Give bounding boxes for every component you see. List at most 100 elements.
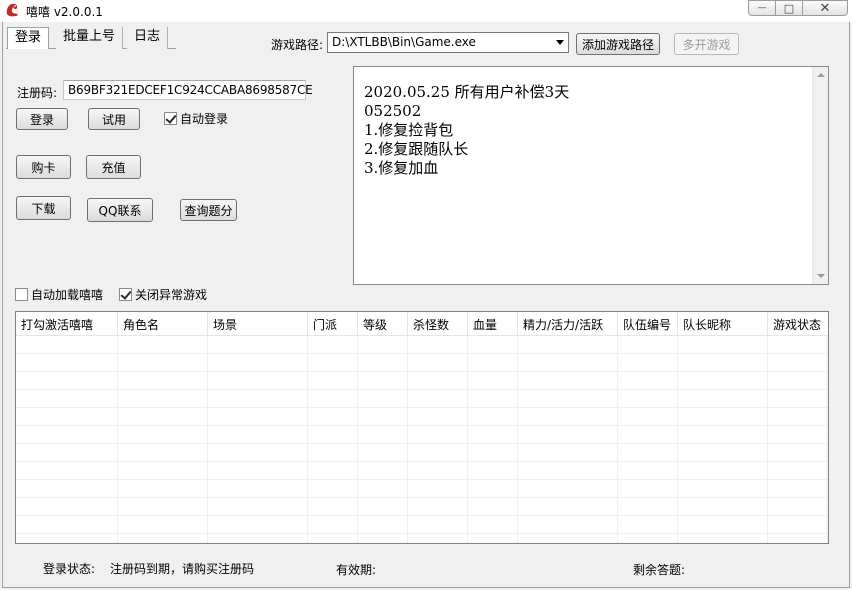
- table-cell: [208, 408, 308, 426]
- table-cell: [518, 462, 618, 480]
- checkbox-checked-icon[interactable]: [119, 287, 132, 301]
- announcement-line: 3.修复加血: [364, 159, 439, 177]
- download-button[interactable]: 下载: [16, 196, 71, 220]
- table-row: [16, 444, 828, 462]
- table-cell: [308, 462, 358, 480]
- table-cell: [678, 354, 768, 372]
- table-cell: [408, 372, 468, 390]
- column-header[interactable]: 场景: [208, 312, 308, 336]
- table-cell: [208, 354, 308, 372]
- table-cell: [118, 534, 208, 543]
- column-header[interactable]: 精力/活力/活跃: [518, 312, 618, 336]
- table-cell: [468, 408, 518, 426]
- table-cell: [358, 444, 408, 462]
- column-header[interactable]: 等级: [358, 312, 408, 336]
- title-bar: 嘻嘻 v2.0.0.1 — □ ✕: [0, 0, 852, 22]
- login-status-value: 注册码到期，请购买注册码: [110, 562, 255, 576]
- query-score-button[interactable]: 查询题分: [180, 199, 237, 221]
- recharge-button[interactable]: 充值: [86, 155, 141, 179]
- reg-code-input[interactable]: B69BF321EDCEF1C924CCABA8698587CE: [63, 80, 313, 100]
- table-cell: [308, 498, 358, 516]
- maximize-button[interactable]: □: [775, 0, 803, 16]
- column-header[interactable]: 杀怪数: [408, 312, 468, 336]
- table-cell: [16, 426, 118, 444]
- vertical-scrollbar[interactable]: [812, 67, 828, 284]
- login-button[interactable]: 登录: [16, 108, 68, 130]
- table-cell: [678, 498, 768, 516]
- table-cell: [16, 372, 118, 390]
- column-header[interactable]: 游戏状态: [768, 312, 828, 336]
- table-cell: [16, 498, 118, 516]
- accounts-table[interactable]: 打勾激活嘻嘻 角色名 场景 门派 等级 杀怪数 血量 精力/活力/活跃 队伍编号…: [15, 311, 829, 544]
- tab-batch-login[interactable]: 批量上号: [56, 27, 124, 49]
- column-header[interactable]: 队伍编号: [618, 312, 678, 336]
- table-cell: [518, 408, 618, 426]
- buy-card-button[interactable]: 购卡: [16, 155, 71, 179]
- table-row: [16, 408, 828, 426]
- trial-button[interactable]: 试用: [88, 108, 140, 130]
- table-cell: [16, 336, 118, 354]
- announcement-textbox[interactable]: 2020.05.25 所有用户补偿3天 052502 1.修复捡背包 2.修复跟…: [353, 66, 829, 285]
- table-cell: [618, 462, 678, 480]
- table-cell: [768, 444, 828, 462]
- table-cell: [118, 498, 208, 516]
- chevron-down-icon[interactable]: [556, 40, 564, 45]
- table-cell: [768, 336, 828, 354]
- announcement-line: 2020.05.25 所有用户补偿3天: [364, 83, 570, 101]
- table-cell: [308, 534, 358, 543]
- table-cell: [468, 480, 518, 498]
- table-cell: [308, 444, 358, 462]
- table-cell: [768, 480, 828, 498]
- table-cell: [358, 354, 408, 372]
- minimize-button[interactable]: —: [748, 0, 776, 16]
- table-cell: [208, 390, 308, 408]
- table-cell: [208, 498, 308, 516]
- scroll-down-icon[interactable]: [817, 274, 825, 278]
- checkbox-checked-icon[interactable]: [164, 111, 177, 125]
- auto-load-checkbox[interactable]: 自动加载嘻嘻: [15, 286, 103, 302]
- qq-contact-button[interactable]: QQ联系: [87, 198, 153, 222]
- table-cell: [358, 336, 408, 354]
- checkbox-unchecked-icon[interactable]: [15, 287, 28, 301]
- table-cell: [768, 534, 828, 543]
- table-cell: [768, 498, 828, 516]
- column-header[interactable]: 队长昵称: [678, 312, 768, 336]
- table-cell: [518, 336, 618, 354]
- column-header[interactable]: 门派: [308, 312, 358, 336]
- table-cell: [518, 390, 618, 408]
- tab-log[interactable]: 日志: [127, 27, 169, 49]
- table-cell: [468, 372, 518, 390]
- table-cell: [16, 354, 118, 372]
- table-cell: [468, 516, 518, 534]
- multi-open-game-button[interactable]: 多开游戏: [674, 33, 739, 55]
- table-cell: [618, 426, 678, 444]
- game-path-select[interactable]: D:\XTLBB\Bin\Game.exe: [327, 32, 569, 53]
- table-cell: [308, 336, 358, 354]
- column-header[interactable]: 血量: [468, 312, 518, 336]
- table-cell: [408, 534, 468, 543]
- scroll-up-icon[interactable]: [817, 73, 825, 77]
- dragon-icon: [6, 3, 18, 17]
- reg-code-label: 注册码:: [17, 86, 58, 100]
- auto-login-checkbox[interactable]: 自动登录: [164, 110, 228, 126]
- table-cell: [208, 462, 308, 480]
- table-cell: [618, 372, 678, 390]
- game-path-value: D:\XTLBB\Bin\Game.exe: [332, 35, 476, 49]
- close-button[interactable]: ✕: [802, 0, 848, 16]
- table-row: [16, 480, 828, 498]
- column-header[interactable]: 打勾激活嘻嘻: [16, 312, 118, 336]
- table-cell: [768, 372, 828, 390]
- close-abnormal-game-checkbox[interactable]: 关闭异常游戏: [119, 286, 207, 302]
- table-row: [16, 516, 828, 534]
- table-cell: [358, 372, 408, 390]
- table-cell: [408, 354, 468, 372]
- table-cell: [468, 426, 518, 444]
- add-game-path-button[interactable]: 添加游戏路径: [576, 33, 660, 55]
- table-cell: [358, 408, 408, 426]
- table-cell: [118, 462, 208, 480]
- column-header[interactable]: 角色名: [118, 312, 208, 336]
- auto-load-label: 自动加载嘻嘻: [31, 287, 104, 302]
- table-cell: [678, 516, 768, 534]
- tab-login[interactable]: 登录: [7, 27, 50, 49]
- table-cell: [208, 480, 308, 498]
